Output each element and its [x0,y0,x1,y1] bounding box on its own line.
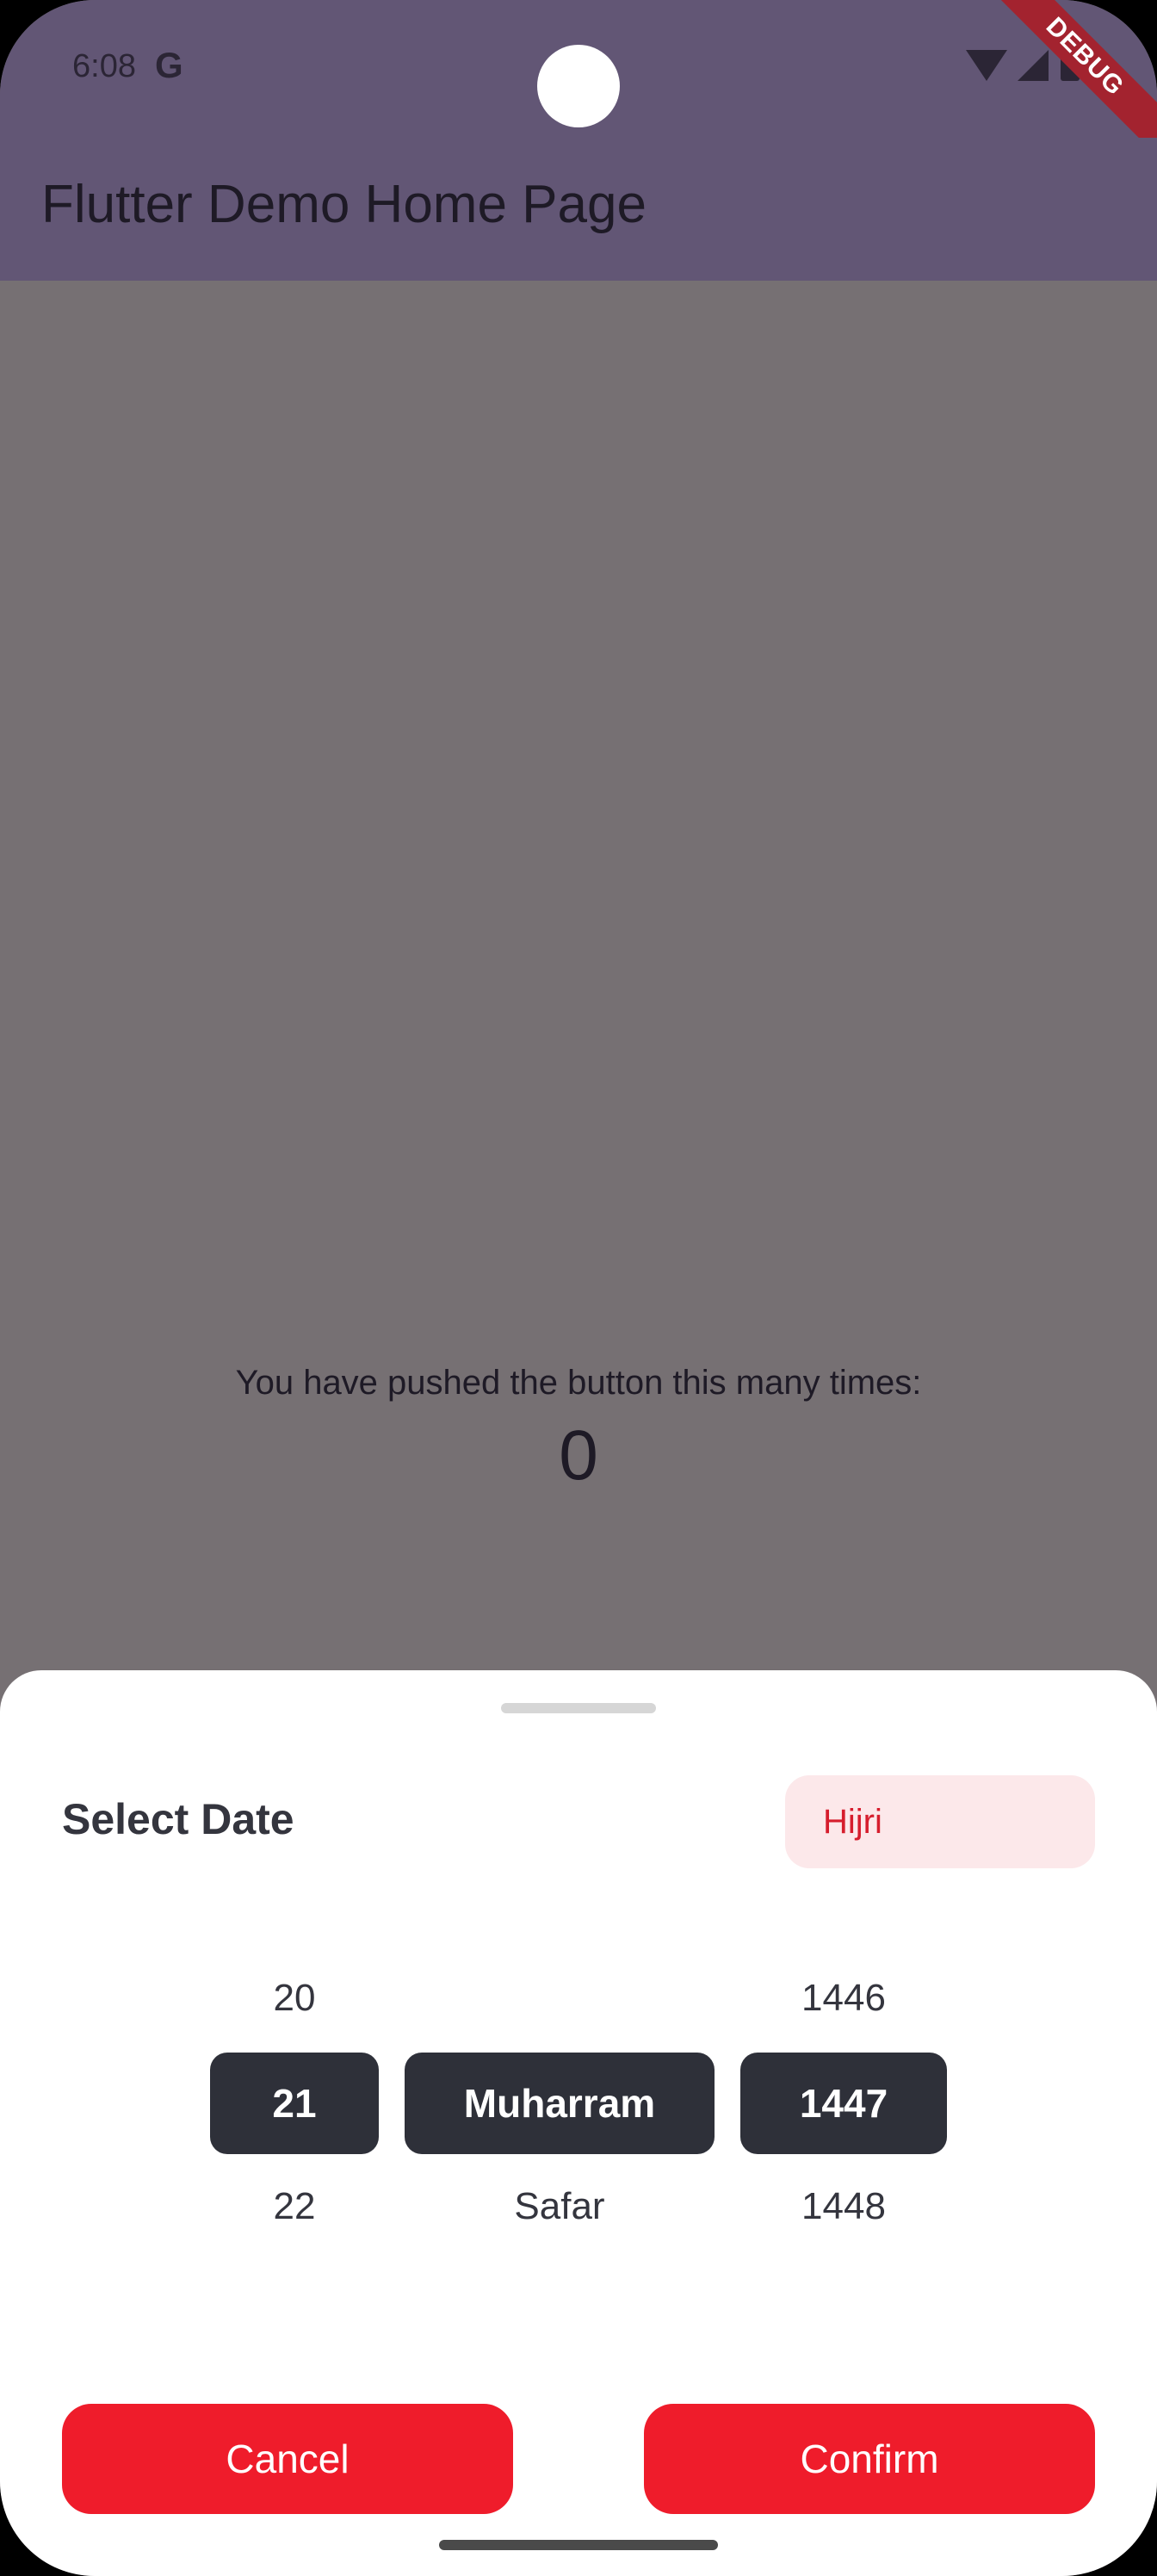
camera-cutout [537,45,620,127]
month-option-next[interactable]: Safar [405,2185,715,2228]
app-bar: Flutter Demo Home Page [0,138,1157,281]
day-option-prev[interactable]: 20 [210,1977,379,2020]
confirm-button[interactable]: Confirm [644,2404,1095,2514]
wifi-icon [966,50,1007,81]
home-indicator[interactable] [439,2540,718,2550]
date-picker-sheet: Select Date Hijri 20 21 22 Muharram Safa… [0,1670,1157,2576]
google-icon: G [155,45,183,85]
year-option-next[interactable]: 1448 [740,2185,947,2228]
month-option-selected[interactable]: Muharram [405,2053,715,2154]
year-option-prev[interactable]: 1446 [740,1977,947,2020]
status-bar: 6:08 G DEBUG [0,0,1157,168]
counter-label: You have pushed the button this many tim… [235,1364,922,1402]
day-option-next[interactable]: 22 [210,2185,379,2228]
status-time: 6:08 [72,48,136,84]
phone-screen: 6:08 G DEBUG Flutter Demo Home Page You … [0,0,1157,2576]
page-title: Flutter Demo Home Page [41,175,647,234]
signal-icon [1018,50,1049,81]
counter-value: 0 [559,1416,598,1495]
year-option-selected[interactable]: 1447 [740,2053,947,2154]
day-option-selected[interactable]: 21 [210,2053,379,2154]
cancel-button[interactable]: Cancel [62,2404,513,2514]
main-content: You have pushed the button this many tim… [0,281,1157,1787]
